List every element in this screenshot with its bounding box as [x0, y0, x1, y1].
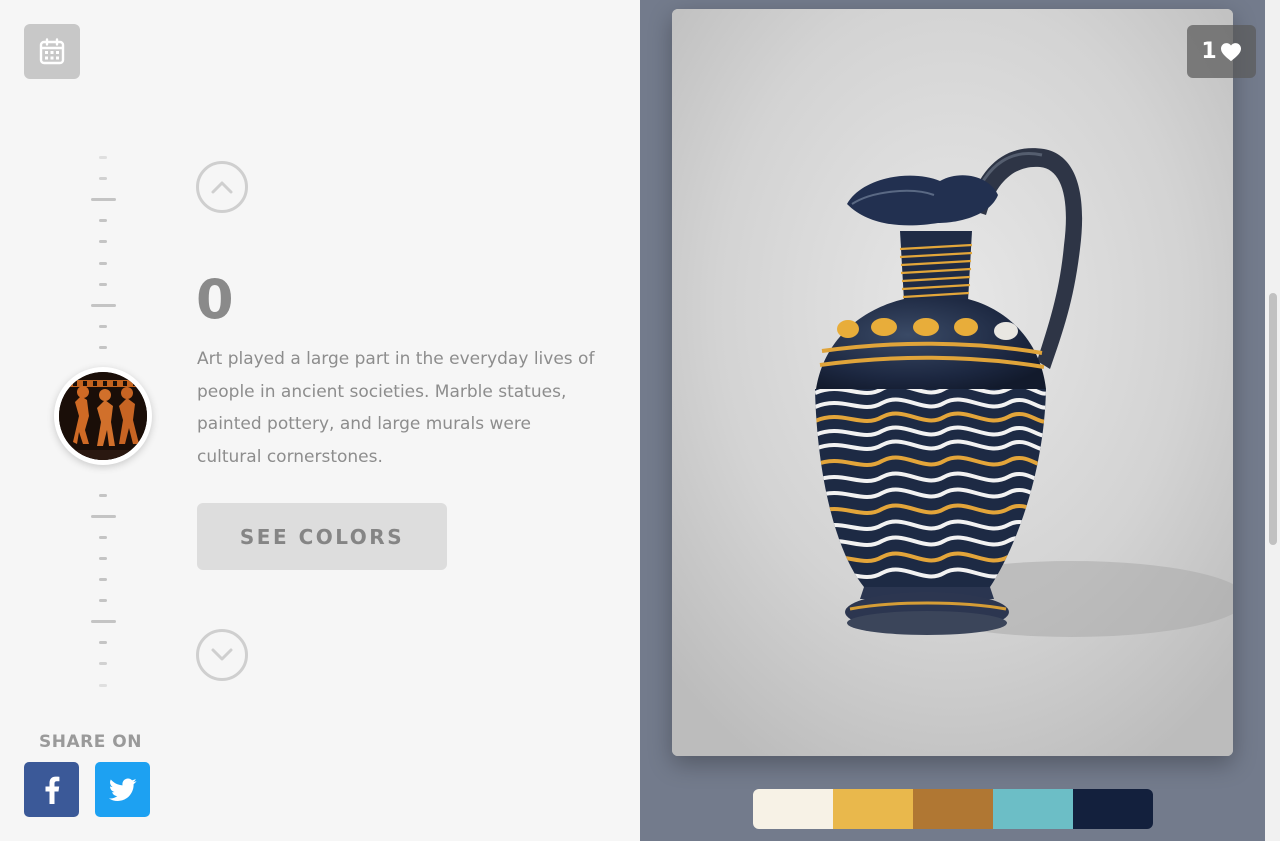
facebook-icon — [45, 776, 59, 804]
artwork-image[interactable] — [672, 9, 1233, 756]
palette-swatch-1[interactable] — [753, 789, 833, 829]
timeline-tick — [99, 535, 107, 539]
see-colors-button[interactable]: SEE COLORS — [197, 503, 447, 570]
timeline-tick — [99, 493, 107, 497]
timeline-tick — [99, 556, 107, 560]
page: 0 Art played a large part in the everyda… — [0, 0, 1280, 841]
timeline-tick — [99, 599, 107, 603]
glass-jug-image — [672, 9, 1233, 756]
era-description: Art played a large part in the everyday … — [197, 349, 595, 467]
heart-icon — [1220, 42, 1241, 61]
timeline-tick — [99, 345, 107, 349]
timeline-tick — [99, 578, 107, 581]
timeline-tick-major — [90, 198, 116, 202]
timeline-tick-major — [90, 514, 116, 518]
timeline-tick — [99, 662, 107, 666]
timeline-tick — [99, 282, 107, 286]
next-button[interactable] — [196, 629, 248, 681]
pottery-thumbnail-image — [59, 372, 147, 460]
calendar-icon — [39, 37, 65, 64]
twitter-icon — [108, 777, 137, 801]
left-panel: 0 Art played a large part in the everyda… — [0, 0, 640, 841]
palette-swatch-3[interactable] — [913, 789, 993, 829]
timeline-tick — [99, 156, 107, 159]
timeline-tick — [99, 240, 107, 244]
calendar-button[interactable] — [24, 24, 80, 79]
previous-button[interactable] — [196, 161, 248, 213]
color-palette — [753, 789, 1153, 829]
timeline-tick-major — [90, 303, 116, 307]
chevron-up-icon — [211, 181, 233, 194]
chevron-down-icon — [211, 648, 233, 661]
like-count: 1 — [1201, 39, 1217, 64]
scrollbar-track[interactable] — [1265, 0, 1280, 841]
palette-swatch-5[interactable] — [1073, 789, 1153, 829]
timeline-thumbnail[interactable] — [54, 367, 152, 465]
palette-swatch-4[interactable] — [993, 789, 1073, 829]
right-panel: 1 — [640, 0, 1265, 841]
timeline-tick — [99, 177, 107, 181]
share-label: SHARE ON — [39, 732, 142, 752]
timeline-index: 0 — [196, 268, 234, 331]
timeline-tick — [99, 219, 107, 223]
facebook-share-button[interactable] — [24, 762, 79, 817]
timeline-tick-major — [90, 620, 116, 624]
twitter-share-button[interactable] — [95, 762, 150, 817]
timeline-tick — [99, 324, 107, 328]
palette-swatch-2[interactable] — [833, 789, 913, 829]
like-button[interactable]: 1 — [1187, 25, 1256, 78]
timeline-tick — [99, 641, 107, 645]
timeline-tick — [99, 683, 107, 687]
scrollbar-thumb[interactable] — [1269, 293, 1277, 545]
timeline-tick — [99, 261, 107, 265]
